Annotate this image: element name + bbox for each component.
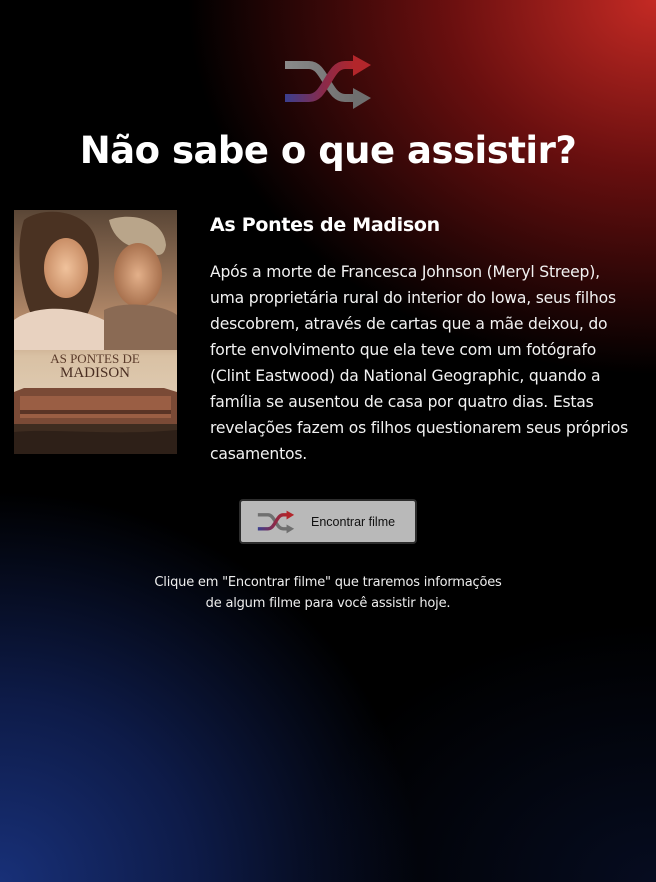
page: Não sabe o que assistir? AS PONTES DE MA… bbox=[0, 0, 656, 882]
poster-title-bottom: MADISON bbox=[60, 365, 130, 381]
find-movie-button-label: Encontrar filme bbox=[311, 514, 396, 529]
movie-synopsis: Após a morte de Francesca Johnson (Meryl… bbox=[210, 263, 629, 463]
movie-poster: AS PONTES DE MADISON bbox=[14, 210, 177, 454]
hint-text: Clique em "Encontrar filme" que traremos… bbox=[100, 572, 556, 614]
shuffle-icon bbox=[257, 510, 295, 533]
hint-line-1: Clique em "Encontrar filme" que traremos… bbox=[154, 575, 502, 590]
hint-line-2: de algum filme para você assistir hoje. bbox=[205, 596, 451, 611]
find-movie-button[interactable]: Encontrar filme bbox=[239, 499, 417, 544]
poster-title-top: AS PONTES DE bbox=[50, 351, 140, 366]
shuffle-icon bbox=[285, 55, 371, 109]
page-title: Não sabe o que assistir? bbox=[79, 129, 577, 172]
movie-title: As Pontes de Madison bbox=[210, 214, 440, 236]
